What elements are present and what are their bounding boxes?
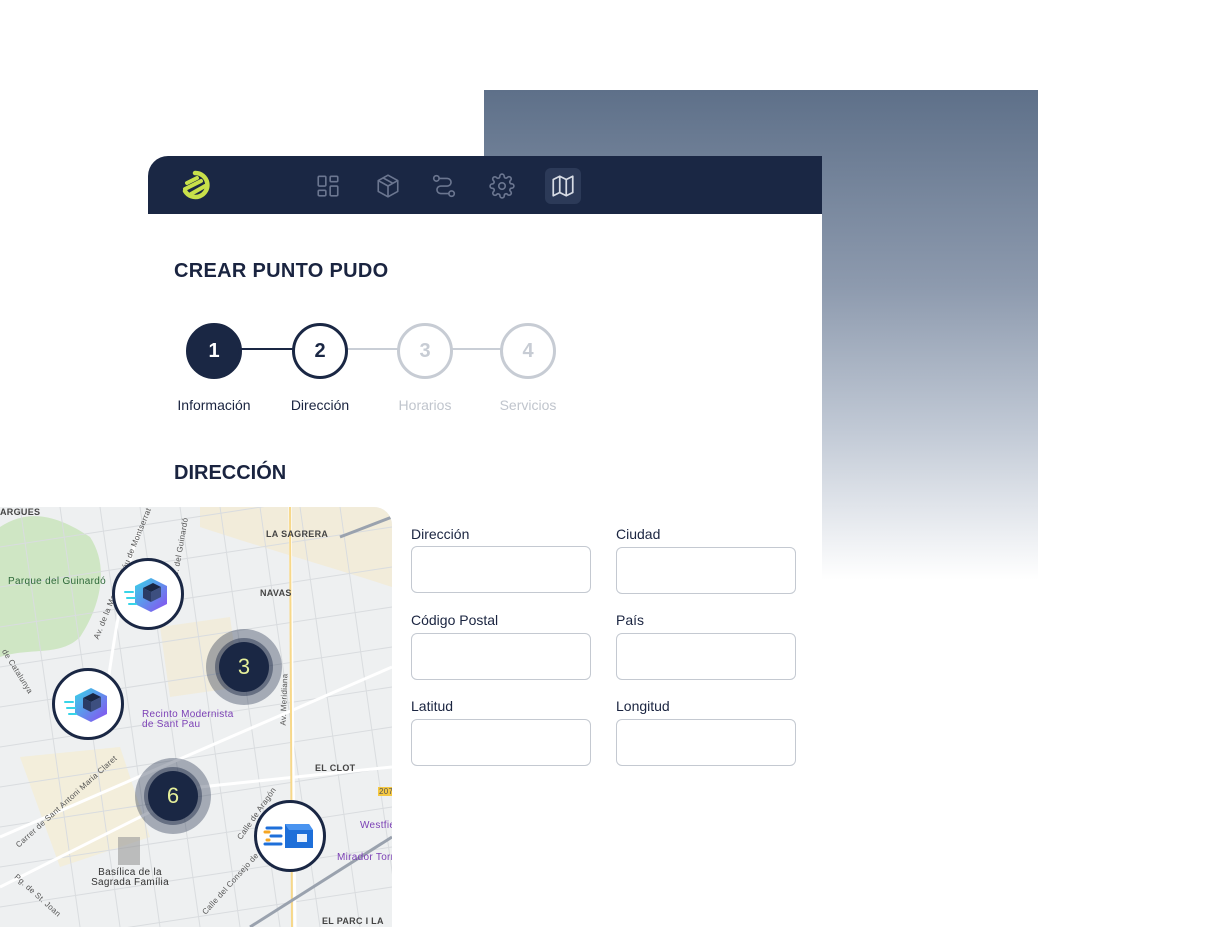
step-2-label: Dirección (290, 397, 350, 413)
map-label-av-meridiana: Av. Meridiana (278, 673, 290, 726)
step-1-circle[interactable]: 1 (186, 323, 242, 379)
map-label-el-clot: EL CLOT (315, 763, 356, 773)
cluster-count: 6 (148, 771, 198, 821)
longitud-label: Longitud (616, 698, 670, 714)
map-cluster[interactable]: 3 (206, 629, 282, 705)
step-2-circle[interactable]: 2 (292, 323, 348, 379)
step-3-label: Horarios (398, 397, 452, 413)
package-icon[interactable] (370, 168, 406, 204)
step-3-circle[interactable]: 3 (397, 323, 453, 379)
map-icon[interactable] (545, 168, 581, 204)
step-4-label: Servicios (499, 397, 557, 413)
ciudad-input[interactable] (616, 547, 796, 594)
map-label-navas: NAVAS (260, 588, 292, 598)
step-connector (449, 348, 505, 350)
pudo-marker-blue[interactable] (254, 800, 326, 872)
map-label-basilica: Basílica de la Sagrada Família (91, 867, 169, 888)
map-view[interactable]: ARGUES LA SAGRERA NAVAS EL CLOT EL PARC … (0, 507, 392, 927)
direccion-label: Dirección (411, 526, 470, 542)
dashboard-icon[interactable] (310, 168, 346, 204)
direccion-input[interactable] (411, 546, 591, 593)
longitud-input[interactable] (616, 719, 796, 766)
fast-delivery-box-icon (263, 824, 313, 848)
pais-label: País (616, 612, 645, 628)
page-title: CREAR PUNTO PUDO (174, 260, 389, 282)
map-label-argues: ARGUES (0, 507, 41, 517)
step-connector (239, 348, 296, 350)
map-label-el-parc: EL PARC I LA (322, 916, 384, 926)
map-label-westfield: Westfie (360, 820, 392, 831)
codigo-postal-label: Código Postal (411, 612, 499, 628)
map-label-la-sagrera: LA SAGRERA (266, 529, 329, 539)
ciudad-label: Ciudad (616, 526, 661, 542)
latitud-input[interactable] (411, 719, 591, 766)
cluster-count: 3 (219, 642, 269, 692)
map-label-road-207: 207 (378, 787, 392, 796)
map-label-mirador: Mirador Torr (337, 852, 392, 863)
brand-logo[interactable] (181, 170, 217, 200)
gear-icon[interactable] (484, 168, 520, 204)
map-cluster[interactable]: 6 (135, 758, 211, 834)
pudo-marker-purple[interactable] (112, 558, 184, 630)
pais-input[interactable] (616, 633, 796, 680)
map-label-recinto: Recinto Modernista de Sant Pau (142, 709, 234, 730)
step-connector (344, 348, 401, 350)
step-4-circle[interactable]: 4 (500, 323, 556, 379)
step-1-label: Información (177, 397, 251, 413)
pudo-marker-purple[interactable] (52, 668, 124, 740)
map-label-parque: Parque del Guinardó (8, 576, 106, 587)
top-navbar (148, 156, 822, 214)
route-icon[interactable] (426, 168, 462, 204)
latitud-label: Latitud (411, 698, 454, 714)
package-delivery-icon (64, 688, 107, 722)
package-delivery-icon (124, 578, 167, 612)
section-title: DIRECCIÓN (174, 462, 287, 484)
codigo-postal-input[interactable] (411, 633, 591, 680)
